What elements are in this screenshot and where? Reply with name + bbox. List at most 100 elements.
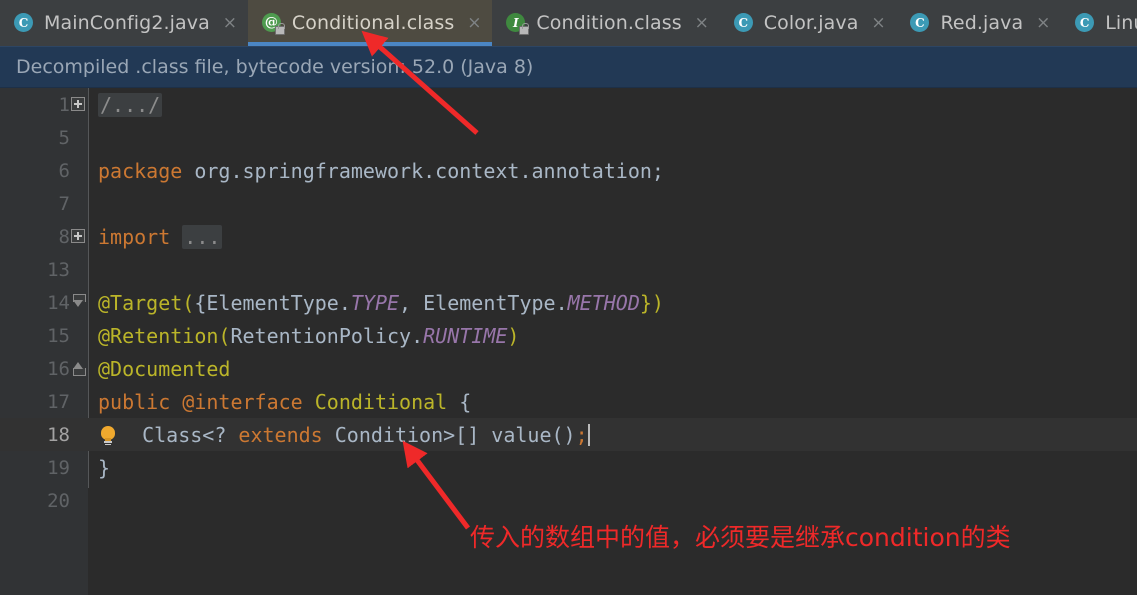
intention-bulb-icon[interactable] [98,425,118,447]
close-icon[interactable]: × [466,14,482,32]
ide-window: C MainConfig2.java × @ Conditional.class… [0,0,1137,595]
close-brace: } [98,455,111,480]
keyword-package: package [98,158,183,183]
line-number: 17 [47,390,70,413]
code-line[interactable]: 6 package org.springframework.context.an… [0,154,1137,187]
java-class-icon: C [14,12,36,34]
tab-red-java[interactable]: C Red.java × [896,0,1061,46]
fold-marker-cell[interactable] [70,286,88,319]
line-number: 13 [47,258,70,281]
fold-marker-cell[interactable] [70,352,88,385]
fold-marker-cell[interactable] [70,220,88,253]
code-line[interactable]: 20 [0,484,1137,517]
code-line[interactable]: 7 [0,187,1137,220]
close-icon[interactable]: × [694,14,710,32]
code-text: Class<? extends Condition>[] value(); [88,423,1137,447]
line-number: 15 [47,324,70,347]
fold-marker-cell [70,451,88,484]
java-class-icon-glyph: C [910,13,930,32]
annotation-target-close: }) [639,290,664,315]
line-number: 1 [58,93,70,116]
line-number: 7 [58,192,70,215]
java-class-icon-glyph: C [14,13,33,32]
keyword-import: import [98,224,171,249]
constant-method: METHOD [567,290,640,315]
code-line[interactable]: 5 [0,121,1137,154]
line-number: 6 [58,159,70,182]
fold-marker-cell [70,484,88,517]
fold-marker-cell[interactable] [70,88,88,121]
fold-marker-cell [70,187,88,220]
fold-expand-icon[interactable] [71,229,85,243]
fold-expand-icon[interactable] [71,97,85,111]
code-editor[interactable]: 1 /.../ 5 6 package org.springframework.… [0,88,1137,595]
interface-icon: I [506,12,530,35]
code-text: @Retention(RetentionPolicy.RUNTIME) [88,324,1137,348]
code-text: @Target({ElementType.TYPE, ElementType.M… [88,291,1137,315]
fold-collapse-end-icon[interactable] [73,360,86,376]
folded-comment[interactable]: /.../ [98,92,163,117]
java-class-icon: C [1075,12,1097,34]
tab-label: Conditional.class [291,12,455,34]
code-text: /.../ [88,92,1137,117]
code-line[interactable]: 1 /.../ [0,88,1137,121]
fold-collapse-start-icon[interactable] [73,294,86,309]
tab-mainconfig2-java[interactable]: C MainConfig2.java × [0,0,248,46]
code-line[interactable]: 14 @Target({ElementType.TYPE, ElementTyp… [0,286,1137,319]
annotation-retention-close: ) [507,323,520,348]
line-number: 20 [47,489,70,512]
code-text: } [88,456,1137,480]
java-class-icon: C [910,12,932,34]
keyword-extends: extends [238,422,335,447]
code-line[interactable]: 17 public @interface Conditional { [0,385,1137,418]
decompiled-notification-bar: Decompiled .class file, bytecode version… [0,46,1137,88]
package-name: org.springframework.context.annotation; [182,158,664,183]
line-number: 19 [47,456,70,479]
text-caret [587,423,590,446]
annotation-type-icon: @ [261,12,285,35]
tab-label: Condition.class [536,12,682,34]
line-number: 14 [47,291,70,314]
type-condition-array: Condition>[] [334,422,492,447]
annotation-documented: @Documented [98,356,231,381]
close-icon[interactable]: × [1035,14,1051,32]
tab-condition-class[interactable]: I Condition.class × [492,0,719,46]
line-number: 16 [47,357,70,380]
code-lines: 1 /.../ 5 6 package org.springframework.… [0,88,1137,517]
code-line-current[interactable]: 18 Class<? extends Condition>[] value(); [0,418,1137,451]
type-name-conditional: Conditional [314,389,448,414]
code-line[interactable]: 15 @Retention(RetentionPolicy.RUNTIME) [0,319,1137,352]
close-icon[interactable]: × [222,14,238,32]
fold-marker-cell [70,253,88,286]
constant-runtime: RUNTIME [423,323,508,348]
code-line[interactable]: 8 import ... [0,220,1137,253]
fold-marker-cell [70,121,88,154]
open-brace: { [447,389,472,414]
code-line[interactable]: 13 [0,253,1137,286]
tab-label: MainConfig2.java [44,12,210,34]
notification-text: Decompiled .class file, bytecode version… [16,56,534,78]
fold-marker-cell [70,319,88,352]
line-number: 18 [47,423,70,446]
element-type-prefix: {ElementType. [194,290,351,315]
java-class-icon-glyph: C [1075,13,1095,32]
tab-color-java[interactable]: C Color.java × [720,0,897,46]
tab-conditional-class[interactable]: @ Conditional.class × [247,0,493,46]
java-class-icon: C [733,12,756,34]
constant-type: TYPE [350,290,400,315]
keyword-at-interface: @interface [182,389,315,414]
tab-label: LinuxCondition.j [1105,12,1137,34]
code-line[interactable]: 19 } [0,451,1137,484]
line-number: 5 [58,126,70,149]
keyword-public: public [98,389,183,414]
method-value: value() [491,422,576,447]
tab-linuxcondition-java[interactable]: C LinuxCondition.j [1061,0,1137,46]
line-number: 8 [58,225,70,248]
semicolon: ; [575,422,588,447]
class-wildcard: Class<? [142,422,239,447]
fold-marker-cell [70,418,88,451]
folded-imports[interactable]: ... [182,224,223,249]
code-line[interactable]: 16 @Documented [0,352,1137,385]
annotation-retention: @Retention( [98,323,231,348]
close-icon[interactable]: × [870,14,886,32]
